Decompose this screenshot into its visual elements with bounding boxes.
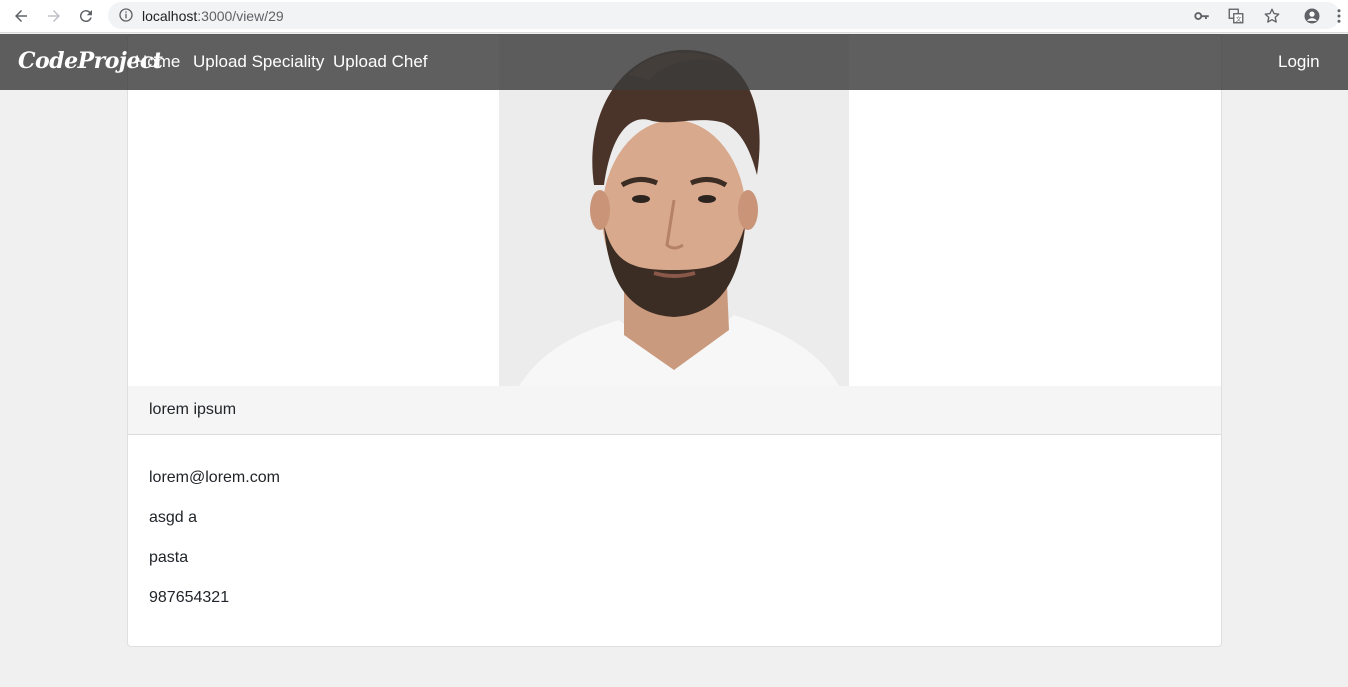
- chef-speciality: pasta: [149, 549, 189, 566]
- key-icon[interactable]: [1193, 7, 1211, 25]
- browser-toolbar: localhost:3000/view/29 文: [0, 0, 1348, 33]
- card-header: lorem ipsum: [128, 386, 1221, 435]
- reload-icon[interactable]: [75, 5, 97, 27]
- chef-name: lorem ipsum: [149, 401, 237, 418]
- translate-icon[interactable]: 文: [1227, 7, 1245, 25]
- url-path: :3000/view/29: [197, 8, 284, 24]
- nav-upload-chef[interactable]: Upload Chef: [333, 52, 428, 72]
- svg-text:文: 文: [1236, 15, 1242, 23]
- chef-email: lorem@lorem.com: [149, 469, 280, 486]
- navbar: CodeProject Home Upload Speciality Uploa…: [0, 34, 1348, 90]
- chef-phone: 987654321: [149, 589, 230, 606]
- forward-icon[interactable]: [43, 5, 65, 27]
- nav-upload-speciality[interactable]: Upload Speciality: [193, 52, 324, 72]
- chef-address: asgd a: [149, 509, 198, 526]
- url-host: localhost: [142, 8, 198, 24]
- account-icon[interactable]: [1301, 5, 1323, 27]
- menu-icon[interactable]: [1333, 5, 1345, 27]
- nav-login[interactable]: Login: [1278, 52, 1320, 72]
- chef-card: lorem ipsum lorem@lorem.com asgd a pasta…: [127, 34, 1222, 647]
- back-icon[interactable]: [10, 5, 32, 27]
- info-icon[interactable]: [118, 7, 134, 23]
- star-icon[interactable]: [1263, 7, 1281, 25]
- address-bar[interactable]: localhost:3000/view/29 文: [108, 2, 1340, 29]
- url-text[interactable]: localhost:3000/view/29: [142, 8, 284, 24]
- nav-home[interactable]: Home: [135, 52, 180, 72]
